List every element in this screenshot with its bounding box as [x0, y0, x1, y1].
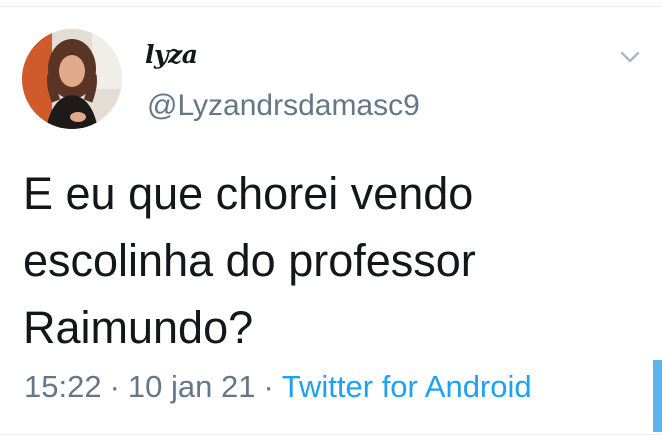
tweet-time[interactable]: 15:22	[24, 369, 102, 404]
tweet-metadata: 15:22 · 10 jan 21 · Twitter for Android	[24, 365, 532, 409]
tweet-card: lyza @Lyzandrsdamasc9 E eu que chorei ve…	[0, 0, 662, 441]
scrollbar[interactable]	[653, 360, 662, 432]
avatar-photo	[22, 29, 122, 129]
tweet-date[interactable]: 10 jan 21	[128, 369, 256, 404]
bottom-divider	[0, 434, 662, 435]
chevron-down-icon[interactable]	[617, 46, 643, 68]
tweet-text: E eu que chorei vendo escolinha do profe…	[23, 168, 476, 353]
display-name[interactable]: lyza	[145, 40, 198, 70]
user-handle[interactable]: @Lyzandrsdamasc9	[147, 86, 420, 126]
tweet-source-link[interactable]: Twitter for Android	[282, 369, 532, 404]
avatar[interactable]	[22, 29, 122, 129]
separator-dot: ·	[263, 369, 274, 404]
separator-dot: ·	[109, 369, 120, 404]
